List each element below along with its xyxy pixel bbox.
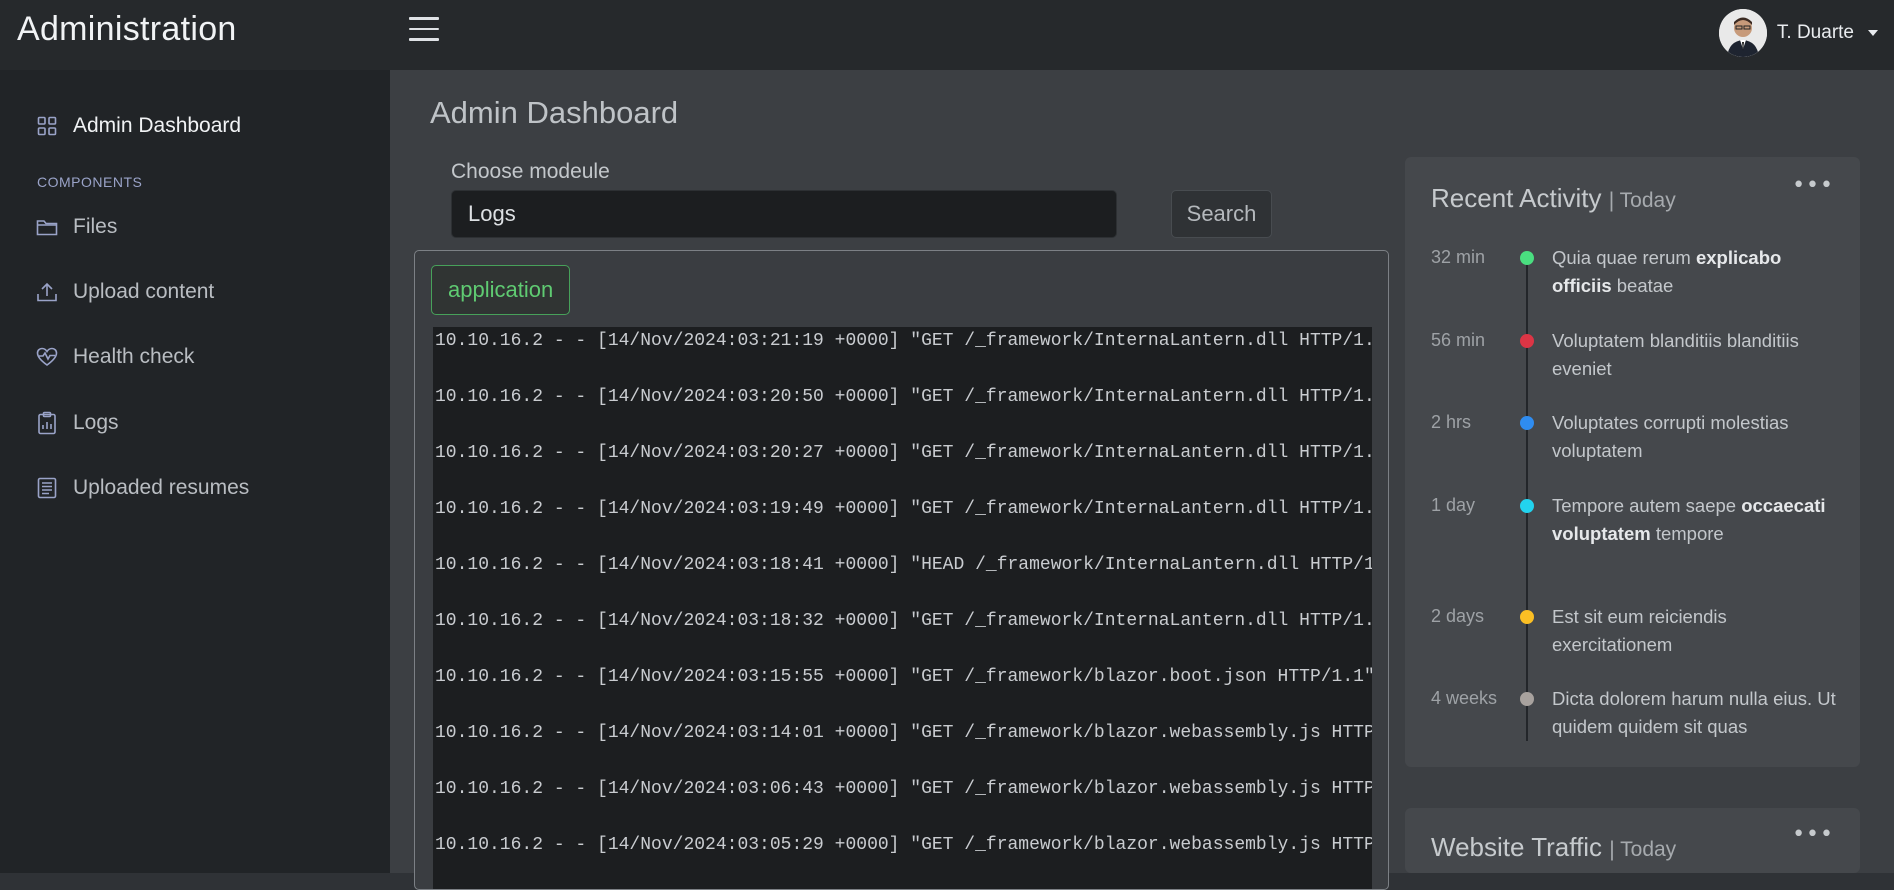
status-dot-icon [1520, 610, 1534, 624]
activity-time: 4 weeks [1431, 688, 1498, 708]
search-button[interactable]: Search [1171, 190, 1272, 238]
sidebar-item-health-check[interactable]: Health check [35, 337, 194, 377]
log-line: 10.10.16.2 - - [14/Nov/2024:03:05:29 +00… [435, 835, 1372, 855]
log-card: application 10.10.16.2 - - [14/Nov/2024:… [414, 250, 1389, 890]
log-line: 10.10.16.2 - - [14/Nov/2024:03:20:27 +00… [435, 443, 1372, 463]
status-dot-icon [1520, 499, 1534, 513]
activity-text: Quia quae rerum explicabo officiis beata… [1552, 247, 1782, 296]
user-name: T. Duarte [1776, 22, 1854, 43]
heart-pulse-icon [35, 345, 59, 369]
card-title: Website Traffic | Today [1431, 832, 1676, 863]
sidebar: Admin Dashboard COMPONENTS Files Upload … [0, 70, 390, 873]
website-traffic-card: Website Traffic | Today ••• [1405, 808, 1860, 873]
sidebar-item-label: Admin Dashboard [73, 114, 242, 137]
activity-time: 32 min [1431, 247, 1486, 267]
activity-text: Voluptates corrupti molestias voluptatem [1552, 412, 1789, 461]
recent-activity-card: Recent Activity | Today ••• 32 min Quia … [1405, 157, 1860, 767]
card-subtitle: | Today [1608, 189, 1676, 212]
sidebar-item-label: Files [73, 215, 118, 238]
log-line: 10.10.16.2 - - [14/Nov/2024:03:15:55 +00… [435, 667, 1372, 687]
activity-text: Voluptatem blanditiis blanditiis eveniet [1552, 330, 1799, 379]
menu-toggle-icon[interactable] [409, 17, 439, 45]
status-dot-icon [1520, 692, 1534, 706]
page-title: Admin Dashboard [430, 95, 679, 130]
grid-icon [35, 114, 59, 138]
chevron-down-icon [1868, 30, 1878, 36]
activity-time: 2 hrs [1431, 412, 1472, 432]
activity-time: 1 day [1431, 495, 1476, 515]
module-select[interactable]: Logs [451, 190, 1117, 238]
sidebar-item-admin-dashboard[interactable]: Admin Dashboard [35, 106, 241, 146]
log-line: 10.10.16.2 - - [14/Nov/2024:03:20:50 +00… [435, 387, 1372, 407]
status-dot-icon [1520, 416, 1534, 430]
sidebar-item-label: Health check [73, 345, 195, 368]
more-options-icon[interactable]: ••• [1792, 822, 1834, 847]
log-line: 10.10.16.2 - - [14/Nov/2024:03:18:41 +00… [435, 555, 1372, 575]
log-line: 10.10.16.2 - - [14/Nov/2024:03:19:49 +00… [435, 499, 1372, 519]
profile-menu[interactable]: T. Duarte [1718, 8, 1878, 58]
sidebar-item-upload-content[interactable]: Upload content [35, 272, 214, 312]
top-header: Administration T. Duarte [0, 0, 1894, 70]
upload-icon [35, 280, 59, 304]
log-line: 10.10.16.2 - - [14/Nov/2024:03:06:43 +00… [435, 779, 1372, 799]
status-dot-icon [1520, 334, 1534, 348]
card-title: Recent Activity | Today [1431, 183, 1676, 214]
sidebar-item-label: Logs [73, 411, 119, 434]
sidebar-item-uploaded-resumes[interactable]: Uploaded resumes [35, 468, 249, 508]
status-dot-icon [1520, 251, 1534, 265]
log-line: 10.10.16.2 - - [14/Nov/2024:03:14:01 +00… [435, 723, 1372, 743]
brand-title[interactable]: Administration [17, 10, 237, 49]
document-list-icon [35, 476, 59, 500]
more-options-icon[interactable]: ••• [1792, 173, 1834, 198]
sidebar-item-files[interactable]: Files [35, 207, 117, 247]
sidebar-item-label: Upload content [73, 280, 215, 303]
section-heading: COMPONENTS [37, 174, 143, 190]
activity-time: 2 days [1431, 606, 1485, 626]
card-subtitle: | Today [1609, 838, 1677, 861]
timeline-line [1526, 253, 1528, 741]
sidebar-item-label: Uploaded resumes [73, 476, 250, 499]
clipboard-icon [35, 411, 59, 435]
module-label: Choose modeule [451, 160, 610, 183]
log-line: 10.10.16.2 - - [14/Nov/2024:03:18:32 +00… [435, 611, 1372, 631]
activity-text: Est sit eum reiciendis exercitationem [1552, 606, 1727, 655]
avatar [1718, 9, 1767, 57]
folder-icon [35, 215, 59, 239]
log-output[interactable]: 10.10.16.2 - - [14/Nov/2024:03:21:19 +00… [433, 327, 1372, 889]
activity-text: Dicta dolorem harum nulla eius. Ut quide… [1552, 688, 1836, 737]
sidebar-item-logs[interactable]: Logs [35, 403, 119, 443]
activity-time: 56 min [1431, 330, 1486, 350]
card-title-text: Website Traffic [1431, 832, 1602, 862]
application-tab[interactable]: application [431, 265, 571, 315]
log-line: 10.10.16.2 - - [14/Nov/2024:03:21:19 +00… [435, 331, 1372, 351]
activity-text: Tempore autem saepe occaecati voluptatem… [1552, 495, 1826, 544]
card-title-text: Recent Activity [1431, 183, 1602, 213]
